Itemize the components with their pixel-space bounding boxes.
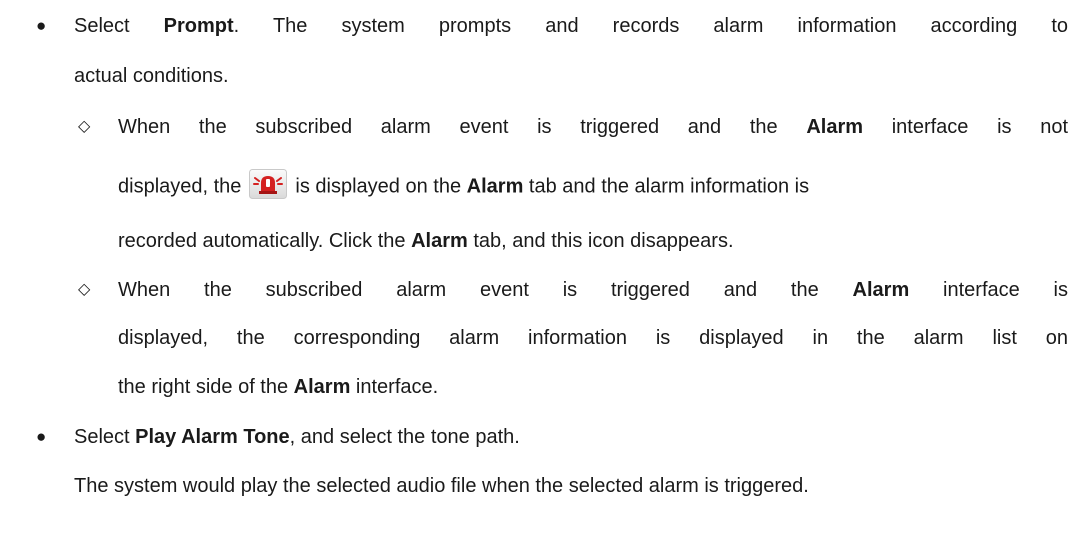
bullet-marker: ● — [36, 427, 47, 446]
sub1-line-1: When the subscribed alarm event is trigg… — [118, 116, 1069, 138]
sub2-line-3: the right side of the Alarm interface. — [118, 376, 439, 398]
tone-paragraph-line-2: The system would play the selected audio… — [74, 475, 809, 497]
prompt-paragraph-line-1: Select Prompt. The system prompts and re… — [74, 15, 1068, 37]
alarm-siren-icon — [249, 169, 288, 199]
sub2-line-2: displayed, the corresponding alarm infor… — [118, 327, 1068, 349]
sub-bullet-marker: ◇ — [78, 118, 91, 135]
document-page: ● Select Prompt. The system prompts and … — [0, 0, 1073, 540]
tone-paragraph-line-1: Select Play Alarm Tone, and select the t… — [74, 426, 520, 448]
bullet-marker: ● — [36, 16, 47, 35]
play-alarm-tone-term: Play Alarm Tone — [135, 426, 290, 448]
sub2-line-1: When the subscribed alarm event is trigg… — [118, 279, 1069, 301]
sub-bullet-marker: ◇ — [78, 281, 91, 298]
prompt-paragraph-line-2: actual conditions. — [74, 65, 229, 87]
sub1-line-3: recorded automatically. Click the Alarm … — [118, 230, 734, 252]
sub1-line-2: displayed, the is displayed on the Alarm … — [118, 169, 809, 202]
prompt-term: Prompt — [163, 15, 234, 37]
